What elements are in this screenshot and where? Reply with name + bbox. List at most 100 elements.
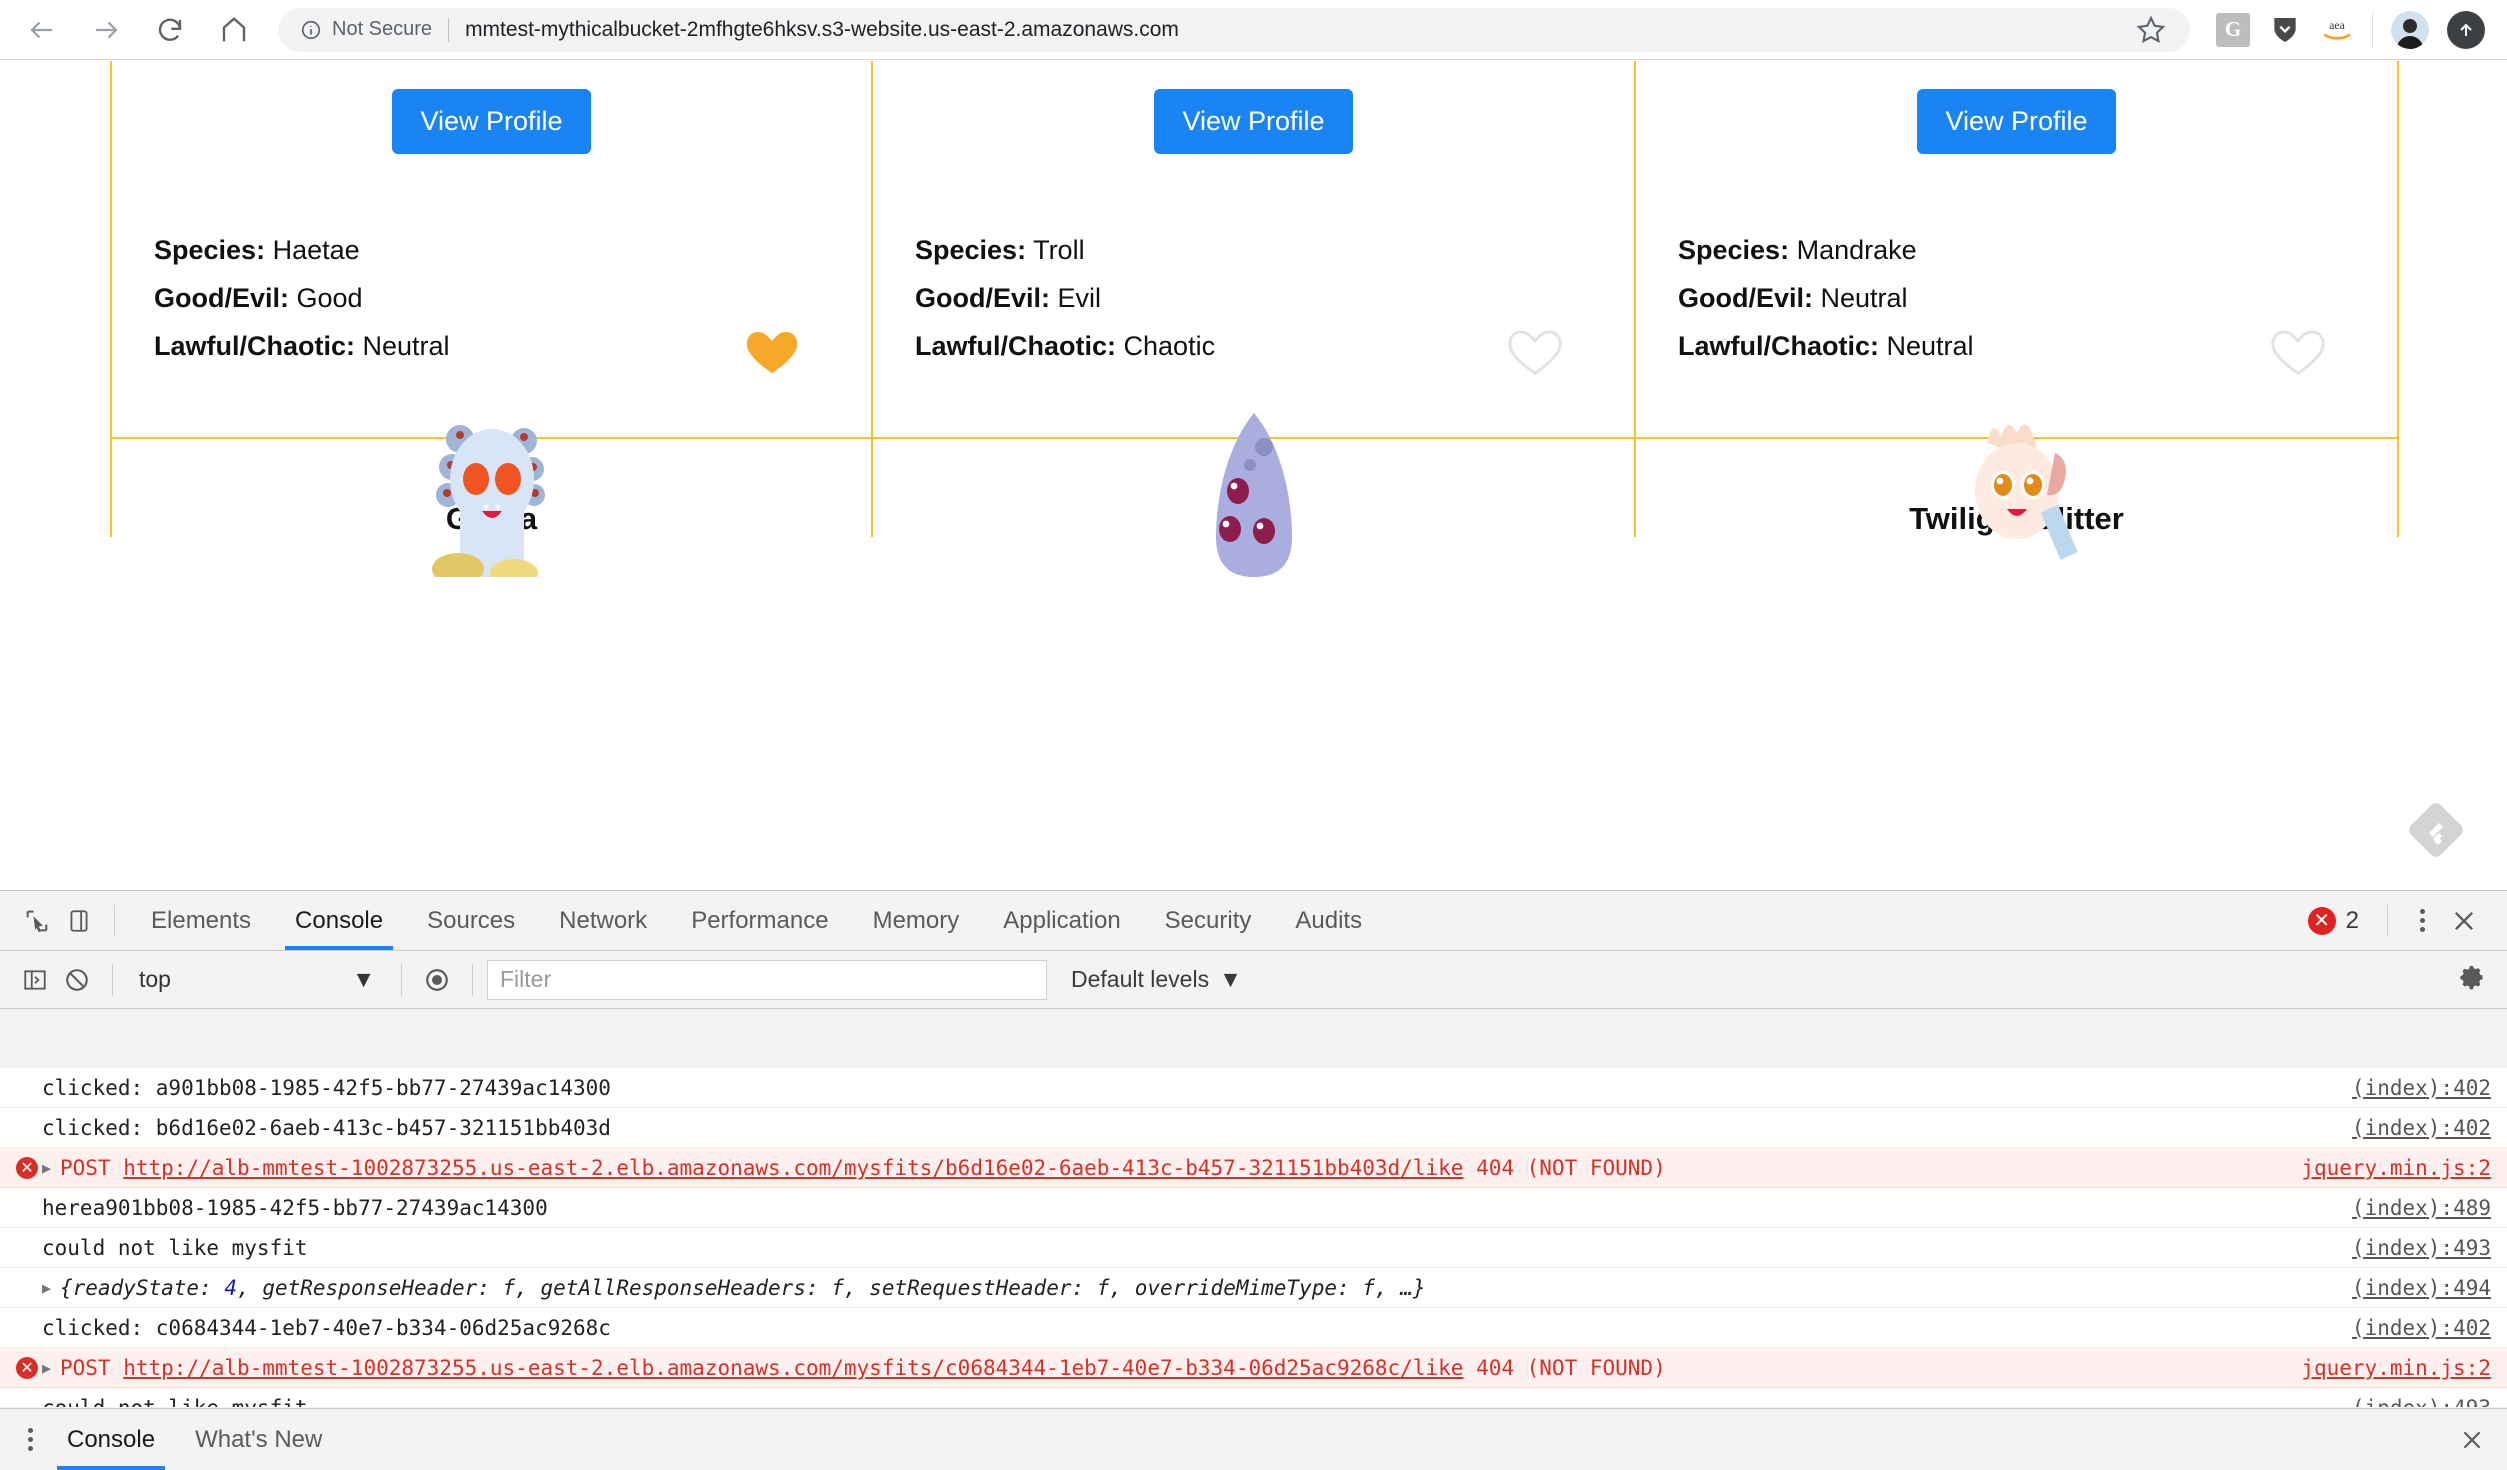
expand-triangle-icon[interactable]: ▶ (42, 1159, 60, 1177)
error-count: 2 (2345, 906, 2359, 934)
object-prefix: {readyState: (60, 1275, 225, 1300)
expand-triangle-icon[interactable]: ▶ (42, 1279, 60, 1297)
tab-sources[interactable]: Sources (405, 891, 537, 950)
mysfit-card-details: View Profile Species: Mandrake Good/Evil… (1636, 61, 2397, 437)
devtools-divider (2387, 904, 2388, 937)
species-row: Species: Mandrake (1678, 226, 2397, 274)
error-icon: ✕ (16, 1156, 42, 1179)
console-source-link[interactable]: jquery.min.js:2 (2281, 1356, 2491, 1380)
drawer-close-icon[interactable] (2451, 1419, 2493, 1461)
tab-memory[interactable]: Memory (851, 891, 982, 950)
drawer-more-options-icon[interactable] (14, 1428, 47, 1451)
console-row-error[interactable]: ✕ ▶ POST http://alb-mmtest-1002873255.us… (0, 1348, 2507, 1388)
chevron-down-icon: ▼ (1219, 966, 1242, 992)
console-source-link[interactable]: (index):402 (2332, 1076, 2491, 1100)
console-row-log[interactable]: could not like mysfit (index):493 (0, 1228, 2507, 1268)
tab-console[interactable]: Console (273, 891, 405, 950)
devtools-header-actions: ✕ 2 (2307, 900, 2491, 942)
reload-button[interactable] (150, 10, 190, 50)
like-heart-icon-outline[interactable] (1504, 319, 1566, 381)
http-method: POST (60, 1155, 111, 1180)
console-message: clicked: a901bb08-1985-42f5-bb77-27439ac… (42, 1075, 611, 1100)
tab-network[interactable]: Network (537, 891, 669, 950)
view-profile-button[interactable]: View Profile (1154, 89, 1353, 154)
tab-security[interactable]: Security (1143, 891, 1274, 950)
mysfit-card: View Profile Species: Haetae Good/Evil: … (110, 61, 873, 587)
mysfit-card-details: View Profile Species: Troll Good/Evil: E… (873, 61, 1634, 437)
alignment-label: Good/Evil: (915, 283, 1050, 313)
console-source-link[interactable]: (index):489 (2332, 1196, 2491, 1220)
console-row-error[interactable]: ✕ ▶ POST http://alb-mmtest-1002873255.us… (0, 1148, 2507, 1188)
execution-context-select[interactable]: top ▼ (127, 966, 387, 993)
forward-button[interactable] (86, 10, 126, 50)
drawer-tab-console[interactable]: Console (47, 1409, 175, 1470)
alignment-label: Good/Evil: (154, 283, 289, 313)
profile-avatar[interactable] (2391, 10, 2429, 49)
chevron-down-icon: ▼ (352, 966, 375, 992)
view-profile-button[interactable]: View Profile (1917, 89, 2116, 154)
expand-triangle-icon[interactable]: ▶ (42, 1359, 60, 1377)
console-source-link[interactable]: (index):493 (2332, 1396, 2491, 1408)
clear-console-icon[interactable] (56, 959, 98, 1001)
url-text[interactable]: mmtest-mythicalbucket-2mfhgte6hksv.s3-we… (465, 18, 2124, 42)
error-icon: ✕ (16, 1356, 42, 1379)
console-message: could not like mysfit (42, 1235, 308, 1260)
drawer-tab-whats-new[interactable]: What's New (175, 1409, 342, 1470)
console-row-log[interactable]: could not like mysfit (index):493 (0, 1388, 2507, 1408)
console-row-log[interactable]: clicked: a901bb08-1985-42f5-bb77-27439ac… (0, 1068, 2507, 1108)
tab-audits[interactable]: Audits (1273, 891, 1384, 950)
console-row-object[interactable]: ▶ {readyState: 4, getResponseHeader: f, … (0, 1268, 2507, 1308)
back-button[interactable] (22, 10, 62, 50)
tab-elements[interactable]: Elements (129, 891, 273, 950)
device-toolbar-icon[interactable] (58, 900, 100, 942)
error-count-badge[interactable]: ✕ 2 (2307, 906, 2359, 935)
console-source-link[interactable]: (index):402 (2332, 1116, 2491, 1140)
grammarly-extension-icon[interactable]: G (2216, 12, 2250, 47)
address-bar[interactable]: Not Secure mmtest-mythicalbucket-2mfhgte… (278, 7, 2190, 52)
log-levels-value: Default levels (1071, 966, 1210, 992)
devtools-close-icon[interactable] (2443, 900, 2485, 942)
console-row-log[interactable]: clicked: c0684344-1eb7-40e7-b334-06d25ac… (0, 1308, 2507, 1348)
console-source-link[interactable]: (index):494 (2332, 1276, 2491, 1300)
object-suffix: , getResponseHeader: f, getAllResponseHe… (237, 1275, 1426, 1300)
lawful-value: Chaotic (1123, 331, 1216, 361)
log-levels-select[interactable]: Default levels ▼ (1071, 966, 1242, 993)
mysfit-creature-image (1164, 387, 1344, 577)
toolbar-divider (2372, 12, 2373, 47)
alignment-value: Good (296, 283, 363, 313)
devtools-divider (472, 963, 473, 996)
devtools-settings-gear-icon[interactable] (2451, 959, 2493, 1001)
like-heart-icon-outline[interactable] (2267, 319, 2329, 381)
console-output[interactable]: clicked: a901bb08-1985-42f5-bb77-27439ac… (0, 1068, 2507, 1407)
mysfit-card: View Profile Species: Troll Good/Evil: E… (873, 61, 1636, 577)
console-message: clicked: c0684344-1eb7-40e7-b334-06d25ac… (42, 1315, 611, 1340)
devtools-divider (114, 904, 115, 937)
console-filter-input[interactable]: Filter (487, 959, 1047, 1000)
console-row-log[interactable]: herea901bb08-1985-42f5-bb77-27439ac14300… (0, 1188, 2507, 1228)
console-message: clicked: b6d16e02-6aeb-413c-b457-321151b… (42, 1115, 611, 1140)
request-url[interactable]: http://alb-mmtest-1002873255.us-east-2.e… (123, 1356, 1463, 1380)
tab-performance[interactable]: Performance (669, 891, 850, 950)
like-heart-icon-filled[interactable] (741, 319, 803, 381)
console-source-link[interactable]: (index):402 (2332, 1316, 2491, 1340)
bookmark-star-icon[interactable] (2134, 13, 2168, 47)
card-divider: Gretta (112, 425, 871, 587)
request-url[interactable]: http://alb-mmtest-1002873255.us-east-2.e… (123, 1156, 1463, 1180)
home-button[interactable] (214, 10, 254, 50)
upload-arrow-icon[interactable] (2447, 10, 2485, 49)
live-expression-eye-icon[interactable] (416, 959, 458, 1001)
console-source-link[interactable]: jquery.min.js:2 (2281, 1156, 2491, 1180)
console-message: POST http://alb-mmtest-1002873255.us-eas… (60, 1156, 2281, 1180)
feedly-extension-icon[interactable] (2407, 801, 2465, 859)
inspect-element-icon[interactable] (16, 900, 58, 942)
console-sidebar-toggle-icon[interactable] (14, 959, 56, 1001)
amazon-assistant-extension-icon[interactable]: aea (2320, 13, 2354, 47)
species-value: Mandrake (1796, 235, 1917, 265)
view-profile-button[interactable]: View Profile (392, 89, 591, 154)
shield-extension-icon[interactable] (2268, 13, 2302, 47)
console-row-log[interactable]: clicked: b6d16e02-6aeb-413c-b457-321151b… (0, 1108, 2507, 1148)
console-source-link[interactable]: (index):493 (2332, 1236, 2491, 1260)
lawful-value: Neutral (1886, 331, 1974, 361)
tab-application[interactable]: Application (981, 891, 1142, 950)
devtools-more-options-icon[interactable] (2406, 909, 2439, 932)
